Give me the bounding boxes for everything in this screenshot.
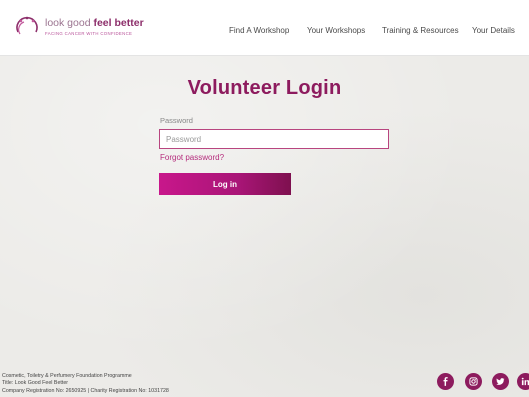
footer-line: Company Registration No: 2650925 | Chari… — [2, 387, 169, 394]
site-header: look good feel better FACING CANCER WITH… — [0, 0, 529, 56]
logo-icon — [16, 16, 38, 35]
nav-training-resources[interactable]: Training & Resources — [382, 26, 459, 35]
footer-line: Cosmetic, Toiletry & Perfumery Foundatio… — [2, 373, 132, 379]
footer-info: Cosmetic, Toiletry & Perfumery Foundatio… — [2, 373, 169, 395]
password-label: Password — [160, 116, 193, 125]
facebook-icon[interactable] — [437, 373, 454, 390]
nav-your-details[interactable]: Your Details — [472, 26, 515, 35]
page-title: Volunteer Login — [187, 77, 342, 99]
forgot-password-link[interactable]: Forgot password? — [160, 153, 224, 162]
logo-text-bold: feel better — [93, 17, 144, 30]
logo-text-light: look good — [45, 17, 91, 30]
twitter-icon[interactable] — [492, 373, 509, 390]
instagram-icon[interactable] — [465, 373, 482, 390]
logo[interactable]: look good feel better FACING CANCER WITH… — [14, 10, 144, 44]
main-background — [0, 56, 529, 397]
footer-line: Title: Look Good Feel Better — [2, 380, 69, 387]
nav-your-workshops[interactable]: Your Workshops — [307, 26, 365, 35]
logo-tagline: FACING CANCER WITH CONFIDENCE — [45, 30, 133, 36]
logo-wordmark: look good feel better — [45, 18, 144, 29]
nav-find-workshop[interactable]: Find A Workshop — [229, 26, 289, 35]
password-input[interactable] — [159, 129, 389, 149]
linkedin-icon[interactable] — [517, 373, 529, 390]
login-button[interactable]: Log in — [159, 173, 291, 195]
